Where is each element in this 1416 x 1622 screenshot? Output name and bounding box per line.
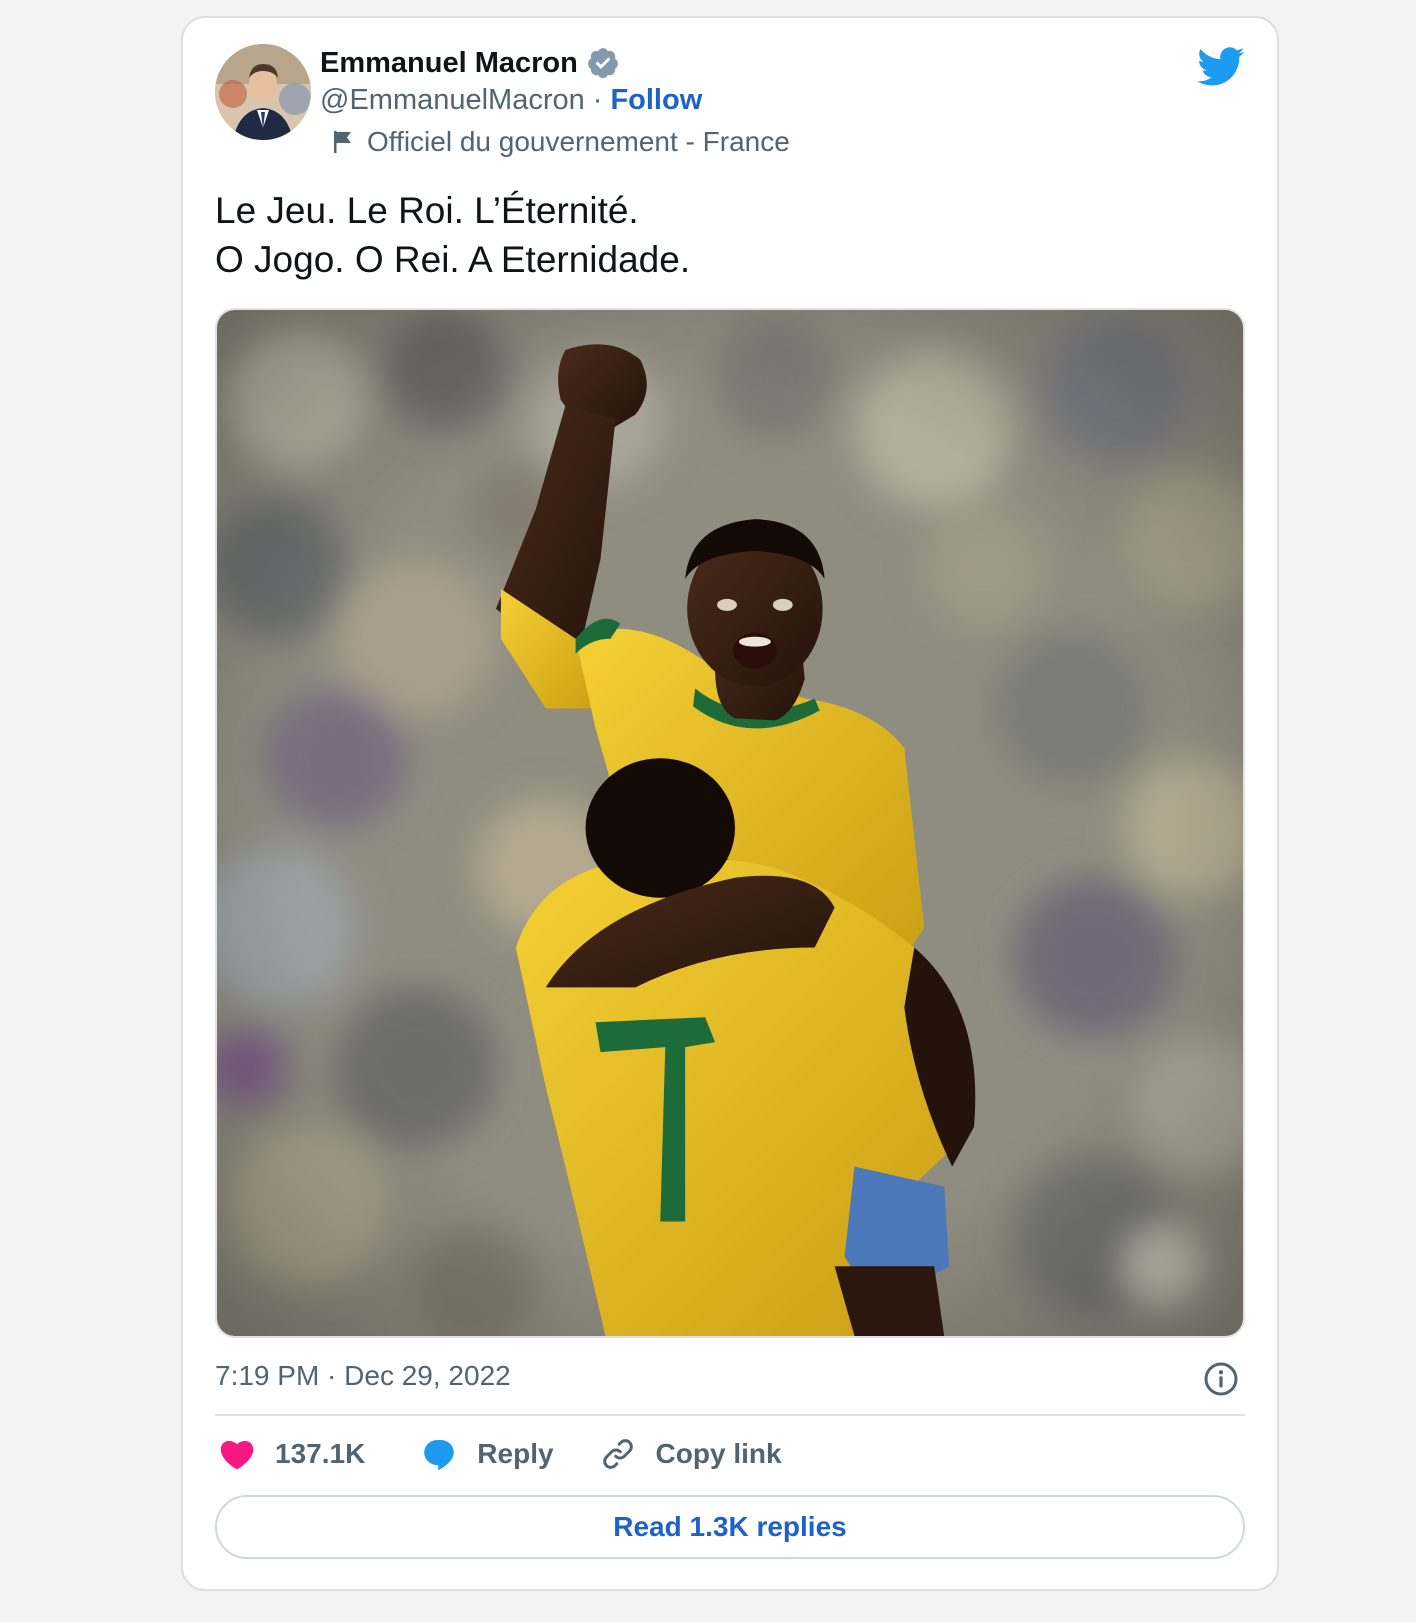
tweet-text: Le Jeu. Le Roi. L’Éternité. O Jogo. O Re… [215, 186, 690, 284]
speech-bubble-icon [424, 1439, 455, 1471]
tweet-actions: 137.1K Reply Copy link [219, 1436, 782, 1472]
copy-link-label: Copy link [655, 1438, 782, 1469]
likes-count: 137.1K [275, 1438, 366, 1469]
heart-icon [220, 1440, 254, 1470]
reply-button[interactable]: Reply [421, 1437, 554, 1471]
tweet-embed-card: Emmanuel Macron @EmmanuelMacron · Follow… [181, 16, 1279, 1591]
tweet-line-1: Le Jeu. Le Roi. L’Éternité. [215, 190, 639, 231]
author-avatar[interactable] [215, 44, 311, 140]
copy-link-button[interactable]: Copy link [600, 1436, 782, 1472]
divider [215, 1414, 1245, 1416]
tweet-timestamp[interactable]: 7:19 PM · Dec 29, 2022 [215, 1360, 511, 1392]
info-icon[interactable] [1203, 1361, 1239, 1397]
avatar-photo [215, 44, 311, 140]
author-handle[interactable]: @EmmanuelMacron [320, 84, 585, 117]
read-replies-button[interactable]: Read 1.3K replies [215, 1495, 1245, 1559]
like-button[interactable]: 137.1K [219, 1438, 365, 1470]
tweet-photo[interactable] [215, 308, 1245, 1338]
author-name[interactable]: Emmanuel Macron [320, 47, 578, 80]
link-icon [602, 1439, 633, 1469]
account-label: Officiel du gouvernement - France [367, 126, 790, 157]
flag-icon [334, 131, 351, 153]
follow-button[interactable]: Follow [610, 84, 702, 117]
football-celebration-photo [217, 310, 1243, 1336]
twitter-bird-icon[interactable] [1197, 46, 1245, 88]
verified-badge-icon [587, 48, 618, 79]
handle-separator: · [592, 84, 603, 116]
tweet-line-2: O Jogo. O Rei. A Eternidade. [215, 239, 691, 280]
reply-label: Reply [477, 1438, 554, 1469]
